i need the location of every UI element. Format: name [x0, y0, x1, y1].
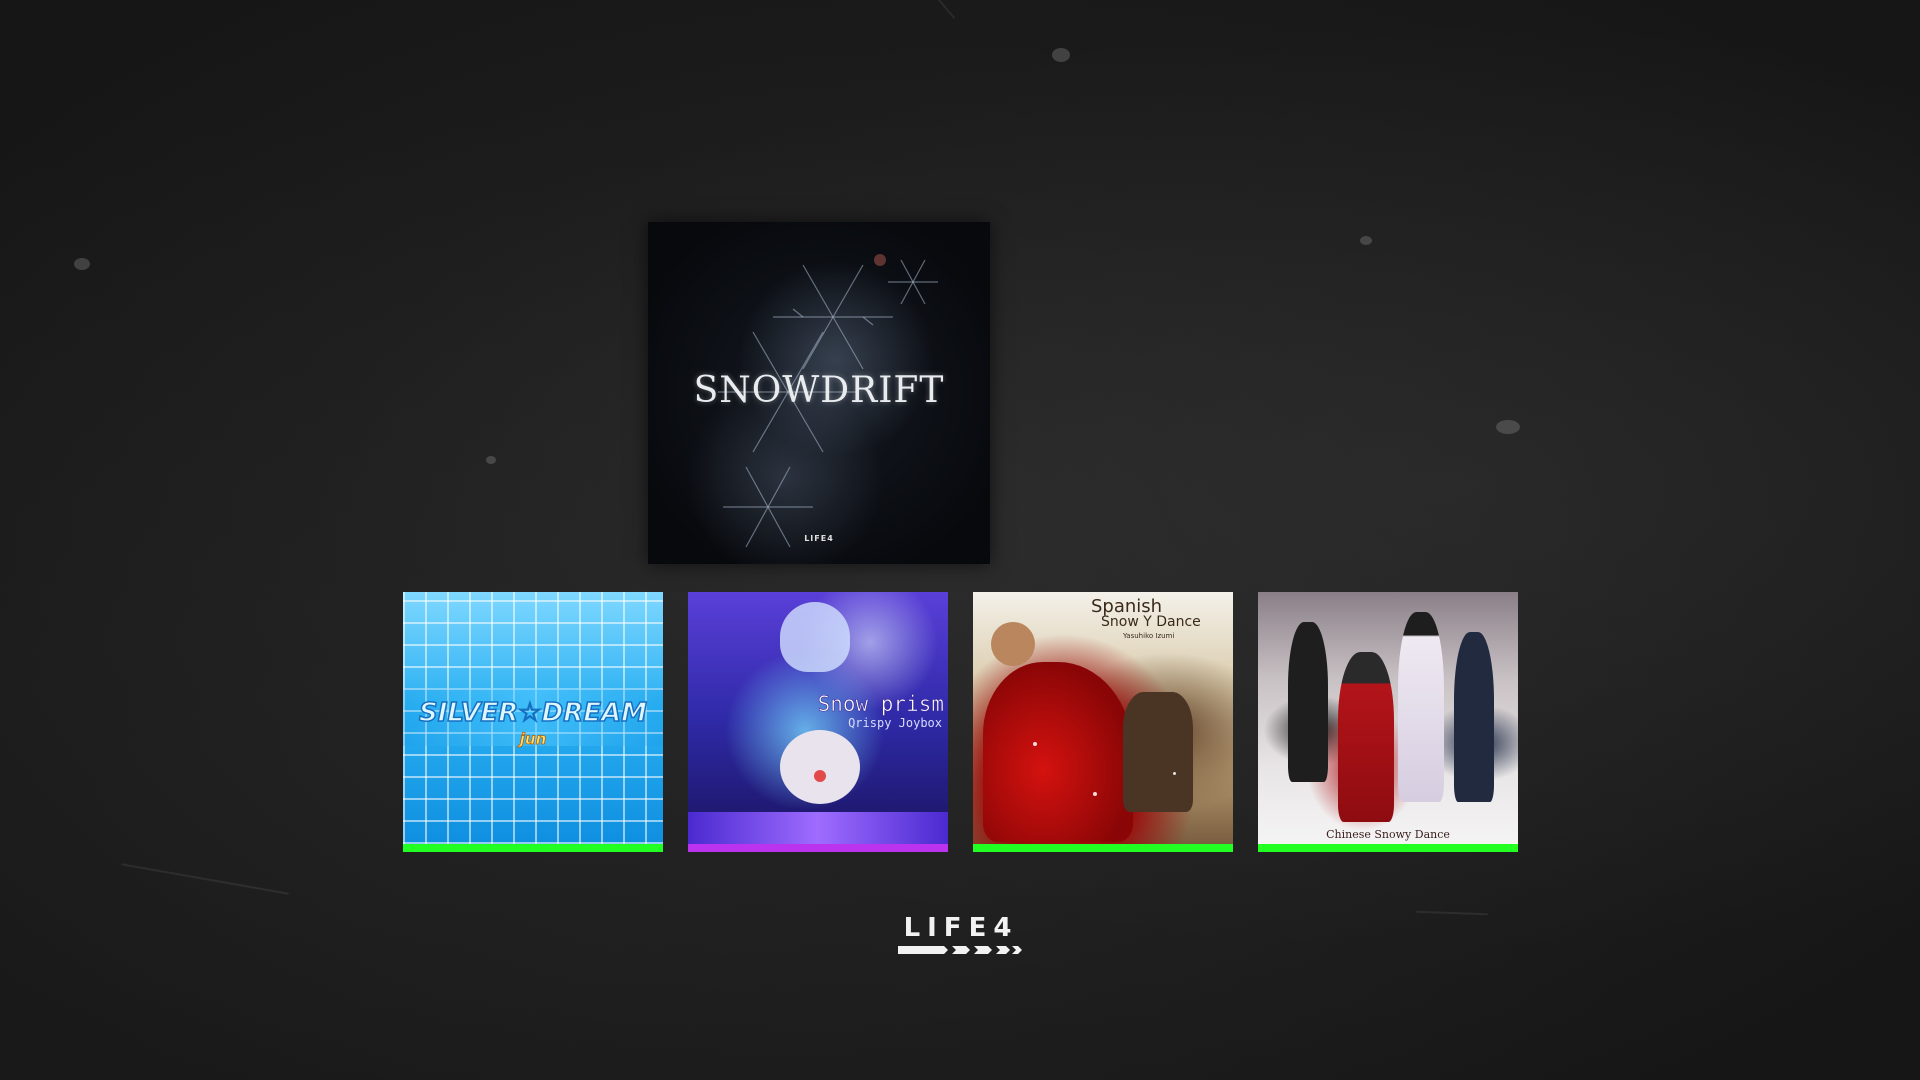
dancer-dress: [983, 662, 1133, 842]
dust-speck: [74, 258, 90, 270]
dancer-figure: [1454, 632, 1494, 802]
jacket-artist: Qrispy Joybox: [848, 716, 942, 730]
jacket-art: Snow prism Qrispy Joybox: [688, 592, 948, 844]
jacket-art: Spanish Snow Y Dance Yasuhiko Izumi: [973, 592, 1233, 844]
jacket-title: Snow prism: [817, 692, 944, 717]
song-jacket-snow-prism[interactable]: Snow prism Qrispy Joybox: [688, 592, 948, 852]
song-jacket-silver-dream[interactable]: SILVER☆DREAM jun: [403, 592, 663, 852]
dust-speck: [1052, 48, 1070, 62]
jacket-title: Chinese Snowy Dance: [1326, 828, 1450, 841]
difficulty-bar: [403, 844, 663, 852]
snow-dot: [1033, 742, 1037, 746]
dust-speck: [1360, 236, 1372, 245]
logo-wordmark: LIFE4: [903, 913, 1019, 943]
snow-dot: [1093, 792, 1097, 796]
jacket-art: Chinese Snowy Dance: [1258, 592, 1518, 844]
song-jacket-spanish-snowy-dance[interactable]: Spanish Snow Y Dance Yasuhiko Izumi: [973, 592, 1233, 852]
logo-arrows: [898, 946, 1022, 954]
dancer-figure: [1398, 612, 1444, 802]
jacket-art: SILVER☆DREAM jun: [403, 592, 663, 844]
mascot-shape: [780, 730, 860, 804]
song-jacket-chinese-snowy-dance[interactable]: Chinese Snowy Dance: [1258, 592, 1518, 852]
scratch-mark: [934, 0, 956, 20]
jacket-title-line2: Snow Y Dance: [1101, 614, 1201, 630]
snow-dot: [1173, 772, 1176, 775]
figure-shape: [780, 602, 850, 672]
background-stage: SNOWDRIFT LIFE4 SILVER☆DREAM jun Snow pr…: [0, 0, 1920, 1080]
mascot-nose: [814, 770, 826, 782]
guitarist: [1123, 692, 1193, 812]
featured-jacket[interactable]: SNOWDRIFT LIFE4: [648, 222, 990, 564]
difficulty-bar: [973, 844, 1233, 852]
dust-speck: [486, 456, 496, 464]
song-jacket-row: SILVER☆DREAM jun Snow prism Qrispy Joybo…: [403, 592, 1518, 852]
jacket-artist: jun: [519, 730, 547, 749]
scratch-mark: [121, 863, 289, 895]
dancer-head: [991, 622, 1035, 666]
stage-floor: [688, 812, 948, 844]
life4-logo: LIFE4: [898, 914, 1024, 960]
dancer-figure: [1338, 652, 1394, 822]
scratch-mark: [1415, 910, 1489, 916]
featured-title: SNOWDRIFT: [693, 370, 945, 411]
jacket-artist: Yasuhiko Izumi: [1123, 632, 1175, 640]
difficulty-bar: [688, 844, 948, 852]
dancer-figure: [1288, 622, 1328, 782]
jacket-title: SILVER☆DREAM: [418, 697, 647, 729]
featured-brand-mark: LIFE4: [804, 534, 834, 543]
difficulty-bar: [1258, 844, 1518, 852]
dust-speck: [1496, 420, 1520, 434]
